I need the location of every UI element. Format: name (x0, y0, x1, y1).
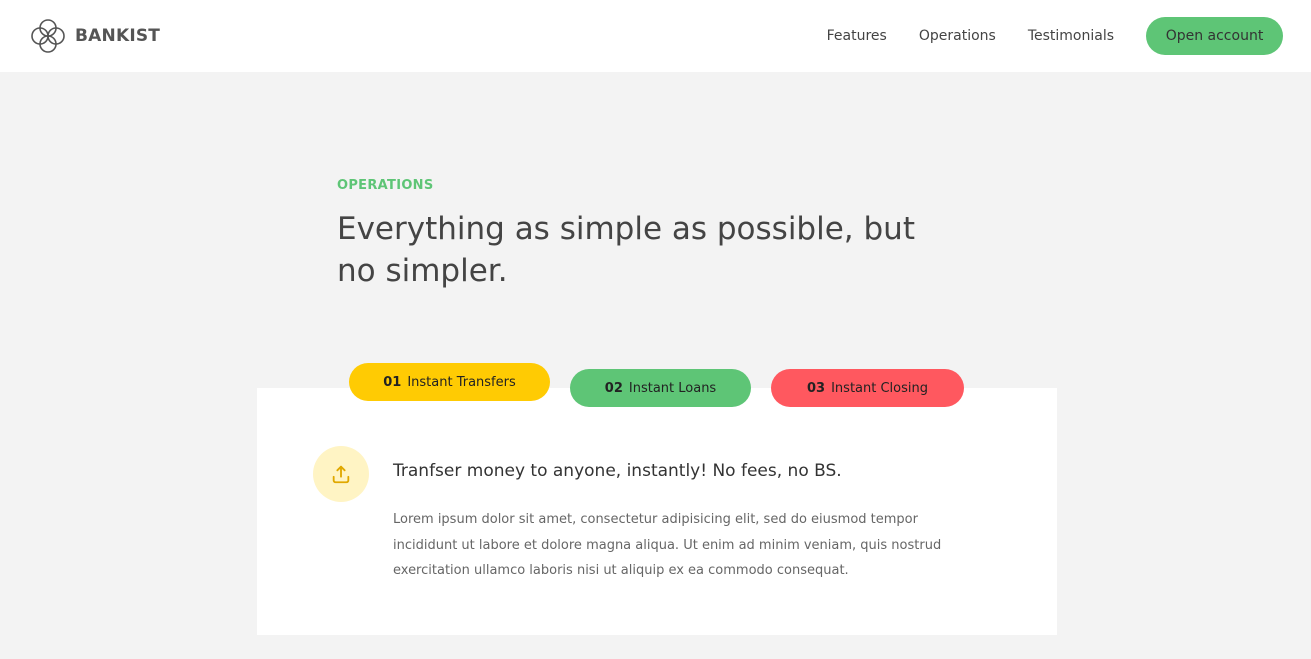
tab-label: Instant Loans (628, 380, 717, 396)
tab-instant-closing[interactable]: 03 Instant Closing (771, 369, 964, 407)
nav-link-features[interactable]: Features (827, 28, 887, 44)
tab-instant-transfers[interactable]: 01 Instant Transfers (349, 363, 550, 401)
brand-name: BANKIST (75, 26, 161, 46)
tab-label: Instant Transfers (407, 374, 516, 390)
logo-icon (29, 17, 67, 55)
tab-label: Instant Closing (831, 380, 928, 396)
section-title: Everything as simple as possible, but no… (337, 211, 915, 289)
tab-number: 01 (383, 374, 402, 390)
tab-number: 03 (807, 380, 826, 396)
nav-links: Features Operations Testimonials Open ac… (827, 0, 1283, 72)
operation-description: Lorem ipsum dolor sit amet, consectetur … (393, 512, 942, 578)
open-account-button[interactable]: Open account (1146, 17, 1283, 55)
section-label: OPERATIONS (337, 178, 434, 193)
nav-link-testimonials[interactable]: Testimonials (1028, 28, 1114, 44)
upload-icon (313, 446, 369, 502)
top-navbar: BANKIST Features Operations Testimonials… (0, 0, 1311, 72)
brand-logo[interactable]: BANKIST (29, 17, 160, 55)
nav-link-operations[interactable]: Operations (919, 28, 996, 44)
tab-number: 02 (604, 380, 623, 396)
tab-instant-loans[interactable]: 02 Instant Loans (570, 369, 751, 407)
operation-title: Tranfser money to anyone, instantly! No … (393, 461, 842, 481)
